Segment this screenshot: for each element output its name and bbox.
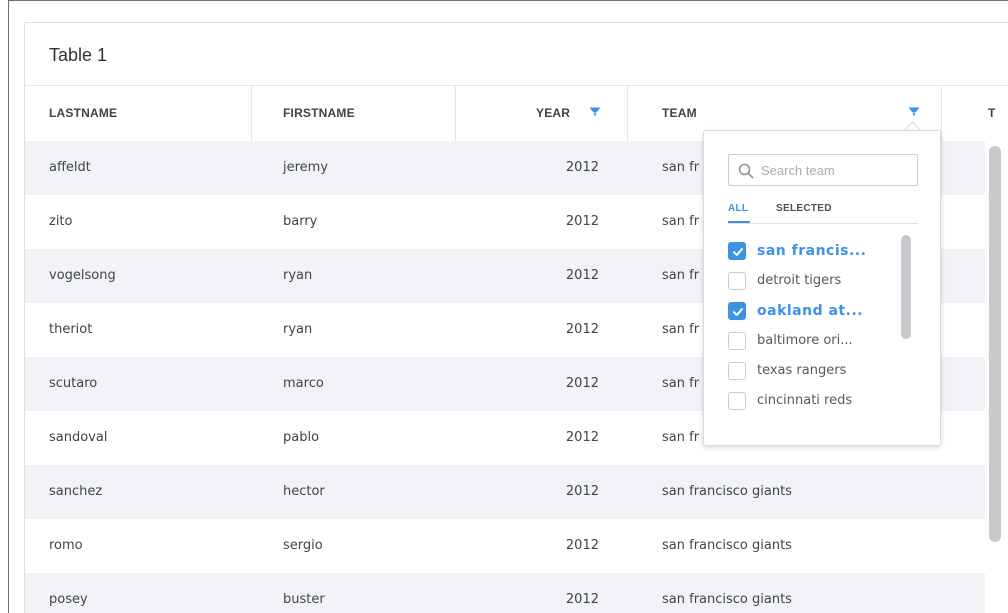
team-option-label: texas rangers <box>757 363 847 378</box>
column-header-label: LASTNAME <box>49 106 118 120</box>
cell-firstname: ryan <box>283 322 313 337</box>
team-option-label: detroit tigers <box>757 273 842 288</box>
column-header-label: YEAR <box>536 106 571 120</box>
team-option[interactable]: san francis... <box>728 235 898 265</box>
checkbox[interactable] <box>728 392 746 410</box>
cell-firstname: pablo <box>283 430 320 445</box>
checkbox[interactable] <box>728 302 746 320</box>
tab-selected[interactable]: SELECTED <box>776 203 832 214</box>
column-header-firstname[interactable]: FIRSTNAME <box>252 86 456 141</box>
column-header-next[interactable]: T <box>941 86 1008 141</box>
search-box[interactable] <box>728 154 918 186</box>
team-option-label: cincinnati reds <box>757 393 853 408</box>
table-title: Table 1 <box>25 23 1008 86</box>
cell-firstname: barry <box>283 214 318 229</box>
cell-firstname: marco <box>283 376 324 391</box>
team-option[interactable]: detroit tigers <box>728 265 898 295</box>
cell-team: san fr <box>662 160 700 175</box>
cell-lastname: sandoval <box>49 430 108 445</box>
cell-firstname: jeremy <box>283 160 329 175</box>
cell-team: san fr <box>662 268 700 283</box>
funnel-icon[interactable] <box>908 106 920 118</box>
funnel-icon[interactable] <box>589 106 601 118</box>
cell-team: san fr <box>662 430 700 445</box>
cell-team: san francisco giants <box>662 538 792 553</box>
column-header-label: FIRSTNAME <box>283 106 355 120</box>
cell-year: 2012 <box>565 160 599 175</box>
cell-year: 2012 <box>565 538 599 553</box>
dropdown-scrollbar-thumb[interactable] <box>901 235 911 339</box>
column-header-label: TEAM <box>662 106 697 120</box>
cell-year: 2012 <box>565 484 599 499</box>
checkmark-icon <box>733 308 743 316</box>
table-row[interactable]: romo sergio 2012 san francisco giants <box>25 519 985 573</box>
cell-firstname: sergio <box>283 538 323 553</box>
column-header-year[interactable]: YEAR <box>456 86 628 141</box>
team-option[interactable]: oakland at... <box>728 295 898 325</box>
team-filter-dropdown: ALL SELECTED san francis... detroit tiger… <box>703 130 941 446</box>
cell-lastname: romo <box>49 538 83 553</box>
team-option[interactable]: baltimore ori... <box>728 325 898 355</box>
cell-lastname: sanchez <box>49 484 103 499</box>
cell-firstname: ryan <box>283 268 313 283</box>
table-scrollbar-thumb[interactable] <box>989 146 1001 542</box>
cell-lastname: zito <box>49 214 73 229</box>
checkmark-icon <box>733 248 743 256</box>
team-option-label: san francis... <box>757 243 867 259</box>
team-option[interactable]: cincinnati reds <box>728 385 898 415</box>
table-row[interactable]: posey buster 2012 san francisco giants <box>25 573 985 613</box>
team-option[interactable]: texas rangers <box>728 355 898 385</box>
cell-year: 2012 <box>565 322 599 337</box>
cell-team: san fr <box>662 322 700 337</box>
checkbox[interactable] <box>728 242 746 260</box>
cell-lastname: posey <box>49 592 88 607</box>
cell-year: 2012 <box>565 592 599 607</box>
cell-firstname: buster <box>283 592 325 607</box>
table-row[interactable]: sanchez hector 2012 san francisco giants <box>25 465 985 519</box>
cell-team: san fr <box>662 376 700 391</box>
cell-team: san francisco giants <box>662 592 792 607</box>
cell-year: 2012 <box>565 376 599 391</box>
search-icon <box>738 163 754 179</box>
cell-year: 2012 <box>565 430 599 445</box>
cell-lastname: theriot <box>49 322 93 337</box>
cell-lastname: vogelsong <box>49 268 116 283</box>
checkbox[interactable] <box>728 272 746 290</box>
team-option-list: san francis... detroit tigers oakland at..… <box>728 235 898 415</box>
cell-team: san francisco giants <box>662 484 792 499</box>
filter-tabs: ALL SELECTED <box>728 203 918 224</box>
column-header-lastname[interactable]: LASTNAME <box>25 86 252 141</box>
team-option-label: oakland at... <box>757 303 864 319</box>
search-team-input[interactable] <box>761 155 911 185</box>
cell-year: 2012 <box>565 214 599 229</box>
tab-all[interactable]: ALL <box>728 203 748 214</box>
cell-lastname: affeldt <box>49 160 91 175</box>
checkbox[interactable] <box>728 332 746 350</box>
cell-year: 2012 <box>565 268 599 283</box>
column-header-label: T <box>988 106 996 120</box>
cell-firstname: hector <box>283 484 325 499</box>
cell-team: san fr <box>662 214 700 229</box>
checkbox[interactable] <box>728 362 746 380</box>
cell-lastname: scutaro <box>49 376 98 391</box>
team-option-label: baltimore ori... <box>757 333 853 348</box>
active-tab-indicator <box>728 221 750 223</box>
